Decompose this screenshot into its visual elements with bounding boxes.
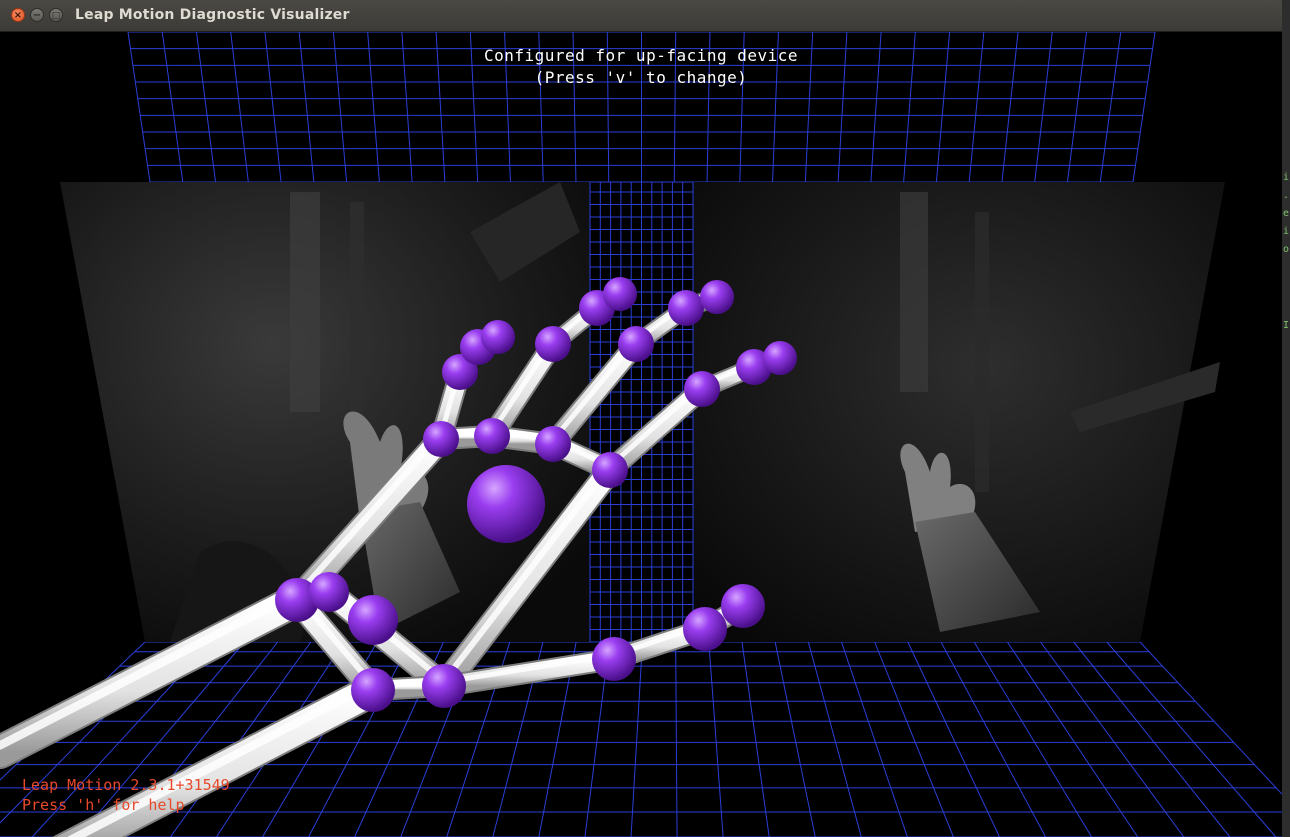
background-terminal-edge: i.e ioI	[1282, 0, 1290, 837]
minimize-icon[interactable]: −	[30, 8, 44, 22]
device-config-label: Configured for up-facing device	[483, 46, 799, 65]
visualizer-viewport[interactable]: Configured for up-facing device (Press '…	[0, 32, 1282, 837]
maximize-icon[interactable]: □	[49, 8, 63, 22]
scene-3d	[0, 32, 1282, 837]
window-title: Leap Motion Diagnostic Visualizer	[75, 7, 350, 23]
device-config-hint: (Press 'v' to change)	[534, 68, 748, 87]
version-label: Leap Motion 2.3.1+31549	[22, 776, 230, 794]
close-icon[interactable]: ×	[11, 8, 25, 22]
help-hint: Press 'h' for help	[22, 796, 185, 814]
window-titlebar: × − □ Leap Motion Diagnostic Visualizer	[0, 0, 1282, 32]
right-camera-image	[693, 182, 1225, 642]
